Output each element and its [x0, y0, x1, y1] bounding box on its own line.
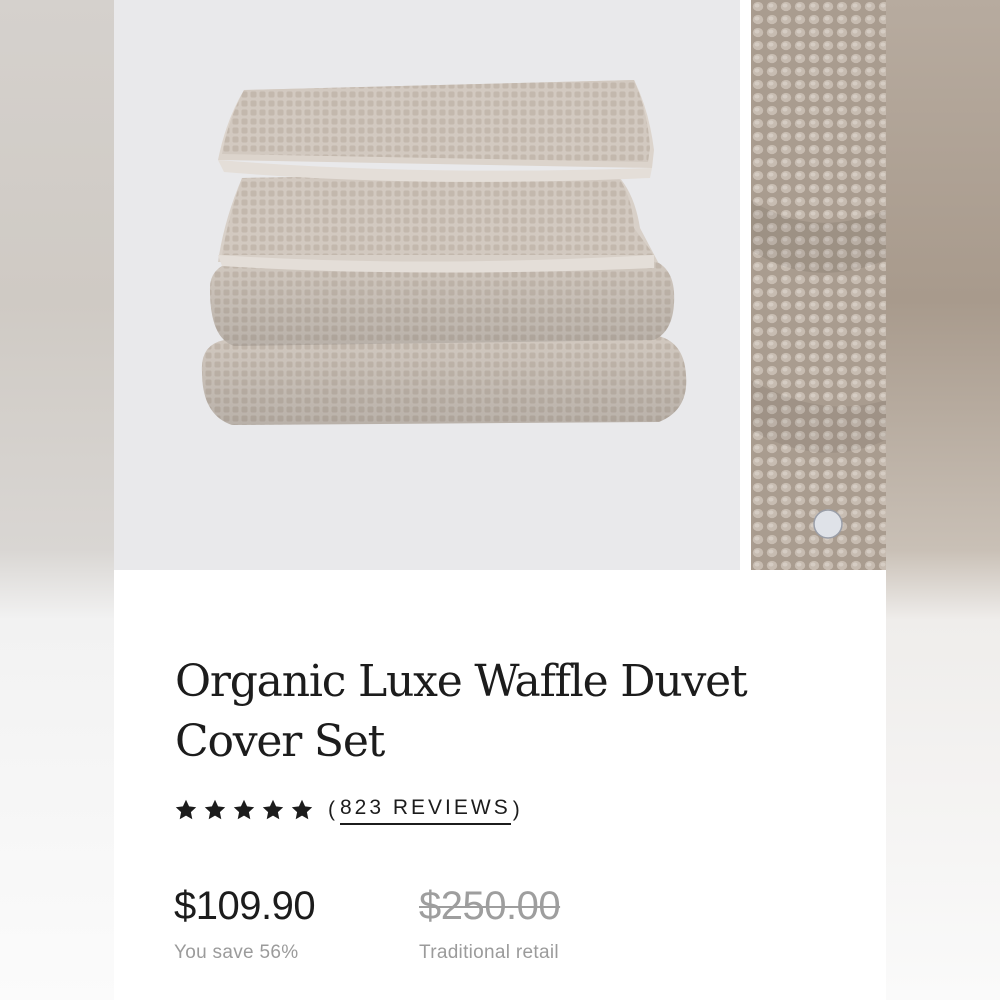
star-icon — [233, 799, 255, 820]
original-price-block: $250.00 Traditional retail — [419, 880, 561, 964]
product-card: Organic Luxe Waffle Duvet Cover Set ( 82… — [114, 0, 886, 1000]
current-price: $109.90 — [174, 884, 316, 928]
star-rating — [174, 798, 314, 822]
product-thumbnail-texture[interactable] — [751, 0, 886, 570]
rating-row: ( 823 REVIEWS ) — [174, 790, 523, 830]
original-price-label: Traditional retail — [419, 942, 559, 963]
star-icon — [175, 799, 197, 820]
product-title: Organic Luxe Waffle Duvet Cover Set — [175, 656, 748, 767]
current-price-block: $109.90 You save 56% — [174, 880, 316, 964]
reviews-open-paren: ( — [328, 798, 338, 821]
savings-text: You save 56% — [174, 942, 299, 963]
right-blur-gutter — [886, 0, 1000, 1000]
reviews-close-paren: ) — [512, 798, 523, 821]
original-price: $250.00 — [419, 884, 561, 928]
star-icon — [262, 799, 284, 820]
reviews-link[interactable]: 823 REVIEWS — [340, 796, 511, 825]
left-blur-gutter — [0, 0, 114, 1000]
duvet-stack-illustration — [201, 80, 687, 425]
button-detail — [813, 509, 843, 539]
star-icon — [291, 799, 313, 820]
star-icon — [204, 799, 226, 820]
product-main-image[interactable] — [114, 0, 740, 570]
waffle-texture-closeup — [751, 0, 886, 570]
reviews-link-group: ( 823 REVIEWS ) — [328, 796, 523, 825]
